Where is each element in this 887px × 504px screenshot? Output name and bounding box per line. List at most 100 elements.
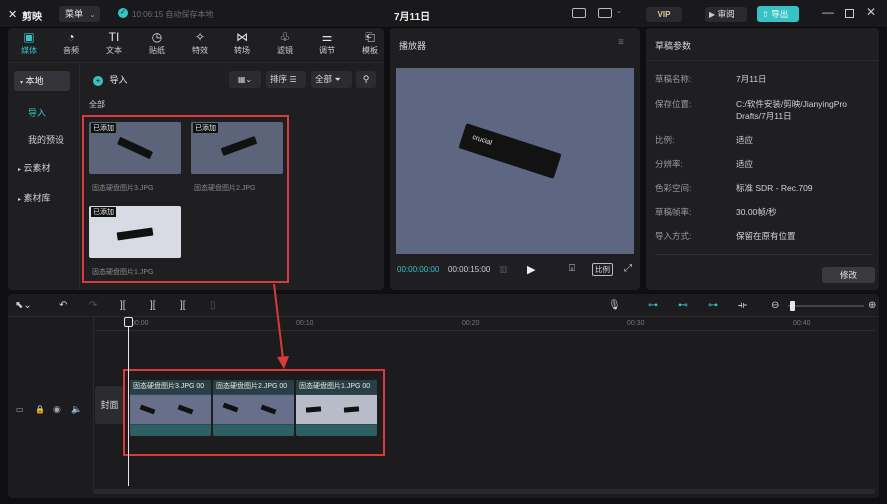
import-button[interactable]: + 导入 [93, 73, 128, 87]
tab-transition[interactable]: ⋈ 转场 [225, 30, 259, 56]
sidebar-item-import[interactable]: 导入 [28, 106, 46, 119]
caret-down-icon: ▾ [20, 80, 24, 86]
sort-button[interactable]: 排序 ☰ [266, 71, 306, 88]
sidebar-library-label: 素材库 [23, 193, 51, 203]
tab-adjust[interactable]: ⚌ 调节 [310, 30, 344, 56]
sidebar-item-library[interactable]: ▸ 素材库 [18, 191, 51, 204]
vip-label: VIP [657, 10, 671, 19]
sidebar-item-local[interactable]: ▾ 本地 [14, 71, 70, 91]
tab-audio[interactable]: ◔ 音频 [54, 30, 88, 56]
ruler-tick-0: 00:00 [131, 320, 149, 327]
autosave-check-icon: ✓ [118, 8, 128, 18]
maximize-icon[interactable] [845, 9, 854, 18]
undo-icon[interactable]: ↶ [59, 300, 67, 311]
cover-button[interactable]: 封面 [95, 386, 124, 424]
draft-label-name: 草稿名称: [655, 74, 692, 84]
menu-button[interactable]: 菜单 ⌄ [59, 6, 100, 22]
export-label: 导出 [771, 9, 789, 19]
select-cursor-icon[interactable]: ⬉⌄ [15, 300, 32, 311]
zoom-in-icon[interactable]: ⊕ [868, 300, 876, 311]
sort-label: 排序 [270, 74, 288, 84]
sidebar-local-label: 本地 [25, 76, 44, 86]
tab-media[interactable]: ▣ 媒体 [12, 30, 46, 56]
current-time: 00:00:00:00 [397, 265, 440, 274]
drag-arrow [273, 283, 289, 369]
trim-right-icon[interactable]: ][ [180, 300, 186, 311]
tab-media-label: 媒体 [21, 46, 37, 55]
chevron-down-icon: ⌄ [89, 12, 96, 19]
zoom-slider-handle[interactable] [790, 301, 795, 311]
filter-button[interactable]: 全部 ⏷ [311, 71, 352, 88]
zoom-slider[interactable] [788, 301, 864, 311]
fullscreen-scan-icon[interactable]: ⌻ [569, 263, 575, 274]
track-lock-icon[interactable]: 🔒 [35, 405, 45, 414]
vip-button[interactable]: VIP [646, 7, 682, 22]
draft-title: 草稿参数 [655, 41, 692, 51]
ruler-tick-30: 00:30 [627, 320, 645, 327]
filter-label: 全部 [315, 74, 333, 84]
sort-icon: ☰ [289, 75, 297, 84]
template-icon: ⎗ [365, 30, 375, 44]
ruler-tick-20: 00:20 [462, 320, 480, 327]
view-toggle-button[interactable]: ▦⌄ [229, 71, 261, 88]
play-icon[interactable]: ▶ [527, 263, 535, 276]
auto-snap-icon[interactable]: ⊷ [678, 300, 688, 311]
ssd-preview-image: crucial [458, 123, 562, 179]
media-highlight-box [82, 115, 289, 283]
draft-value-colorspace: 标准 SDR - Rec.709 [736, 183, 813, 193]
tab-filter[interactable]: ♧ 滤镜 [268, 30, 302, 56]
layout-icon[interactable] [598, 8, 612, 18]
track-header-divider [93, 317, 94, 492]
frame-grid-icon[interactable]: ▥ [499, 264, 508, 275]
timeline-scrollbar[interactable] [93, 489, 875, 494]
track-cover-toggle-icon[interactable]: ▭ [16, 405, 24, 414]
review-button[interactable]: ▶ 审阅 [705, 7, 747, 22]
app-logo-icon: ✕ [8, 9, 18, 21]
clips-highlight-box [123, 369, 385, 456]
edit-draft-button[interactable]: 修改 [822, 267, 875, 283]
draft-bottom-divider [655, 254, 873, 255]
main-track-magnet-icon[interactable]: ⊶ [648, 300, 658, 311]
redo-icon[interactable]: ↷ [89, 300, 97, 311]
export-icon: ⇧ [762, 10, 769, 19]
expand-icon[interactable]: ⤢ [624, 263, 632, 274]
layout-chevron-icon[interactable]: ⌄ [616, 7, 622, 15]
tab-sticker[interactable]: ◷ 贴纸 [140, 30, 174, 56]
playhead-handle[interactable] [124, 317, 133, 327]
audio-icon: ◔ [67, 30, 75, 44]
zoom-out-icon[interactable]: ⊖ [771, 300, 779, 311]
grid-icon: ▦⌄ [237, 75, 253, 84]
close-icon[interactable]: ✕ [866, 5, 876, 19]
track-visibility-icon[interactable]: ◉ [53, 404, 61, 415]
trim-left-icon[interactable]: ][ [150, 300, 156, 311]
delete-icon[interactable]: ▯ [210, 300, 216, 311]
draft-label-framerate: 草稿帧率: [655, 207, 692, 217]
player-menu-icon[interactable]: ≡ [618, 37, 624, 48]
cover-label: 封面 [100, 400, 119, 410]
sidebar-item-cloud[interactable]: ▸ 云素材 [18, 161, 51, 174]
tab-transition-label: 转场 [234, 46, 250, 55]
ratio-button[interactable]: 比例 [592, 263, 613, 276]
tab-template[interactable]: ⎗ 模板 [353, 30, 387, 56]
menu-label: 菜单 [65, 9, 84, 19]
sidebar-item-presets[interactable]: 我的预设 [28, 133, 64, 146]
split-icon[interactable]: ][ [120, 300, 126, 311]
track-audio-icon[interactable]: 🔈 [71, 404, 82, 415]
playhead[interactable] [128, 318, 129, 486]
search-button[interactable]: ⚲ [356, 71, 376, 88]
tab-effects[interactable]: ✧ 特效 [183, 30, 217, 56]
preview-axis-icon[interactable]: ⟛ [738, 300, 747, 311]
keyboard-icon[interactable] [572, 8, 586, 18]
draft-label-location: 保存位置: [655, 99, 692, 109]
draft-value-ratio: 适应 [736, 135, 754, 145]
minimize-icon[interactable]: — [822, 5, 834, 19]
export-button[interactable]: ⇧ 导出 [757, 6, 799, 22]
ruler-tick-40: 00:40 [793, 320, 811, 327]
tab-adjust-label: 调节 [319, 46, 335, 55]
microphone-icon[interactable]: 🎙 [608, 300, 621, 311]
toolbar-divider [8, 62, 384, 63]
linkage-icon[interactable]: ⊶ [708, 300, 718, 311]
title-bar: ✕ 剪映 菜单 ⌄ ✓ 10:06:15 自动保存本地 7月11日 ⌄ VIP … [0, 0, 887, 28]
tab-text[interactable]: TI 文本 [97, 30, 131, 56]
project-title: 7月11日 [394, 12, 431, 23]
